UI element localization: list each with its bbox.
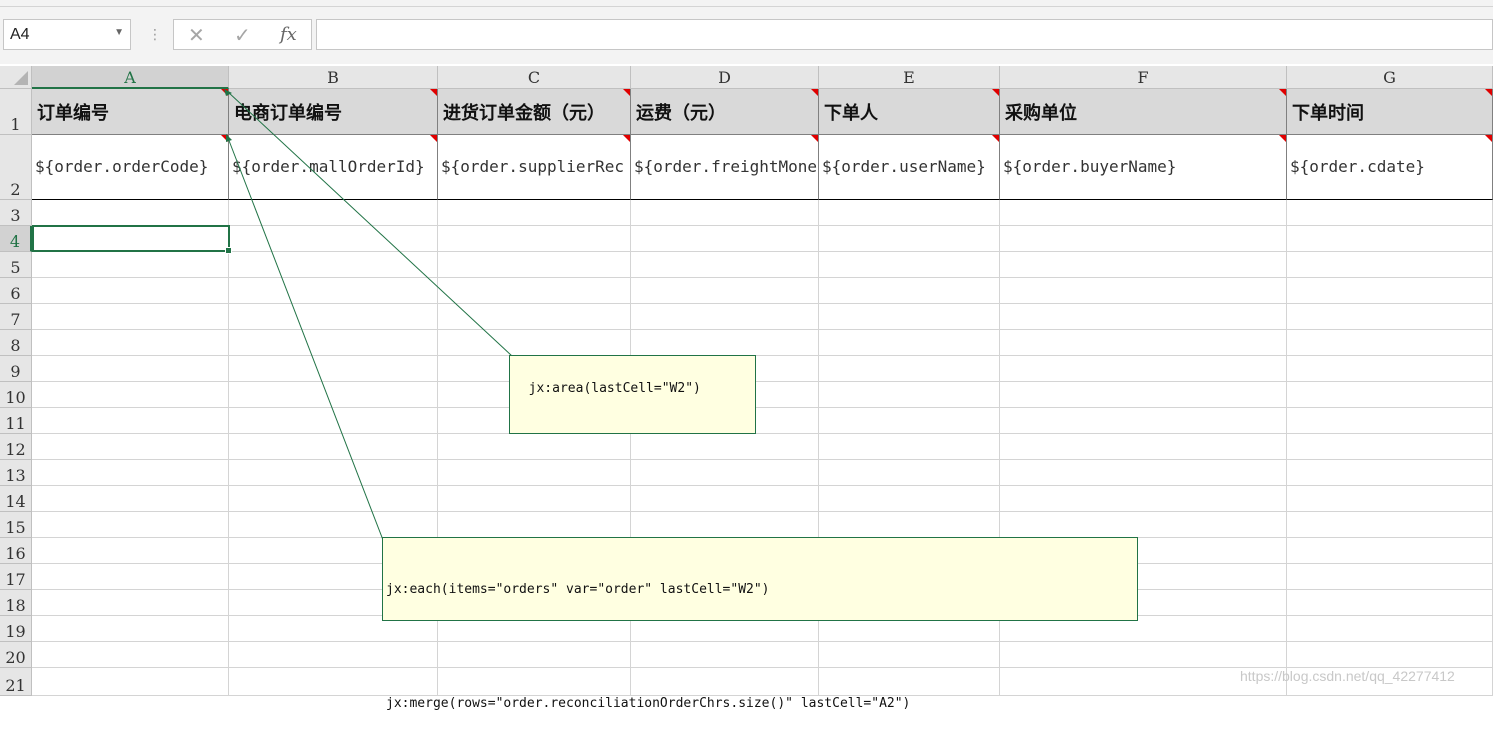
comment-merge-text: jx:merge(rows="order.reconciliationOrder… (386, 696, 911, 711)
comment-each-text: jx:each(items="orders" var="order" lastC… (386, 582, 770, 597)
comment-area[interactable]: jx:area(lastCell="W2") (509, 355, 756, 434)
comment-connector-area (227, 91, 513, 357)
comment-arrowhead-each (226, 134, 232, 142)
comment-area-text: jx:area(lastCell="W2") (528, 381, 701, 396)
comment-each-merge[interactable]: jx:each(items="orders" var="order" lastC… (382, 537, 1138, 711)
comment-connector-each (227, 137, 384, 541)
watermark: https://blog.csdn.net/qq_42277412 (1240, 668, 1455, 684)
